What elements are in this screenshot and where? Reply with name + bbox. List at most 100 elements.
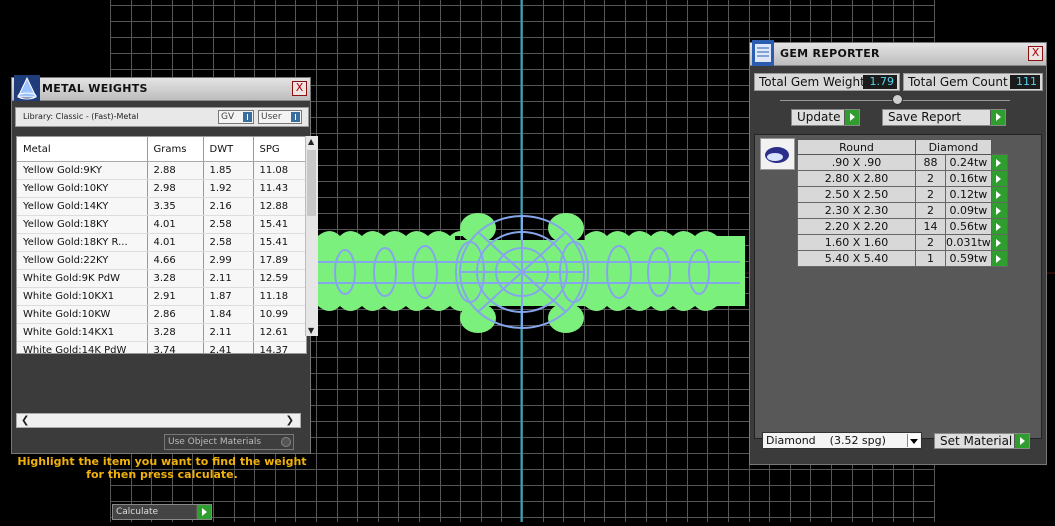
table-row[interactable]: White Gold:10KW 2.86 1.84 10.99	[17, 305, 306, 324]
spg-cell: 11.08	[253, 161, 306, 180]
table-row[interactable]: Yellow Gold:18KY R... 4.01 2.58 15.41	[17, 233, 306, 252]
metal-weights-close-button[interactable]: X	[292, 81, 307, 96]
play-arrow-icon	[990, 110, 1005, 125]
total-gem-count-value: 111	[1010, 75, 1040, 89]
metal-table[interactable]: Metal Grams DWT SPG Yellow Gold:9KY 2.88 1…	[16, 136, 307, 354]
total-gem-weight-label: Total Gem Weight	[759, 75, 865, 89]
play-arrow-icon	[196, 505, 211, 519]
dwt-cell: 2.99	[203, 251, 254, 270]
grams-cell: 4.66	[147, 251, 204, 270]
column-header-spg[interactable]: SPG	[253, 137, 306, 162]
gem-row[interactable]: 2.50 X 2.50 2 0.12tw	[797, 186, 1008, 203]
gem-row-go-icon[interactable]	[990, 170, 1008, 187]
metal-name: White Gold:9K PdW	[17, 269, 148, 288]
slider-handle[interactable]	[892, 94, 903, 105]
update-label: Update	[797, 110, 841, 124]
gv-toggle[interactable]: GV	[218, 110, 254, 124]
table-row[interactable]: Yellow Gold:18KY 4.01 2.58 15.41	[17, 215, 306, 234]
table-row[interactable]: White Gold:14K PdW 3.74 2.41 14.37	[17, 341, 306, 353]
scroll-up-icon[interactable]: ▲	[308, 137, 314, 146]
gem-row[interactable]: 2.30 X 2.30 2 0.09tw	[797, 202, 1008, 219]
gv-label: GV	[221, 112, 235, 122]
calculate-button[interactable]: Calculate	[112, 504, 212, 520]
gem-size: .90 X .90	[797, 154, 916, 171]
table-row[interactable]: Yellow Gold:14KY 3.35 2.16 12.88	[17, 197, 306, 216]
gem-weight: 0.16tw	[945, 170, 992, 187]
gem-count: 1	[915, 250, 946, 267]
dwt-cell: 2.16	[203, 197, 254, 216]
metal-table-vertical-scrollbar[interactable]: ▲ ▼	[305, 136, 318, 336]
update-button[interactable]: Update	[791, 109, 860, 126]
gem-row-go-icon[interactable]	[990, 218, 1008, 235]
metal-name: White Gold:14KX1	[17, 323, 148, 342]
library-bar: Library: Classic - (Fast)-Metal GV User	[15, 107, 309, 127]
dwt-cell: 1.92	[203, 179, 254, 198]
total-gem-weight: Total Gem Weight 1.79	[754, 73, 900, 91]
scroll-left-icon[interactable]: ❮	[21, 415, 29, 426]
grams-cell: 2.88	[147, 161, 204, 180]
table-row[interactable]: Yellow Gold:9KY 2.88 1.85 11.08	[17, 161, 306, 180]
gem-size: 5.40 X 5.40	[797, 250, 916, 267]
gem-size: 2.50 X 2.50	[797, 186, 916, 203]
use-object-materials-toggle[interactable]: Use Object Materials	[164, 434, 294, 450]
spg-cell: 11.18	[253, 287, 306, 306]
header-spacer	[991, 139, 1008, 155]
dwt-cell: 2.11	[203, 323, 254, 342]
spg-cell: 15.41	[253, 233, 306, 252]
set-material-button[interactable]: Set Material	[934, 433, 1030, 449]
metal-weights-titlebar[interactable]: METAL WEIGHTS X	[12, 75, 310, 101]
column-header-grams[interactable]: Grams	[147, 137, 204, 162]
gem-row-go-icon[interactable]	[990, 202, 1008, 219]
gem-reporter-close-button[interactable]: X	[1028, 46, 1043, 61]
gem-row[interactable]: .90 X .90 88 0.24tw	[797, 154, 1008, 171]
gem-row-go-icon[interactable]	[990, 186, 1008, 203]
gem-size: 2.80 X 2.80	[797, 170, 916, 187]
gem-weight: 0.24tw	[945, 154, 992, 171]
grams-cell: 3.28	[147, 269, 204, 288]
scroll-down-icon[interactable]: ▼	[308, 326, 314, 335]
grams-cell: 2.86	[147, 305, 204, 324]
chevron-down-icon	[907, 434, 920, 447]
metal-table-horizontal-scrollbar[interactable]: ❮ ❯	[16, 413, 301, 428]
dwt-cell: 2.41	[203, 341, 254, 353]
table-row[interactable]: Yellow Gold:10KY 2.98 1.92 11.43	[17, 179, 306, 198]
gem-table[interactable]: Round Diamond .90 X .90 88 0.24tw 2.80 X 2…	[797, 139, 1008, 267]
use-object-materials-label: Use Object Materials	[168, 437, 262, 447]
gem-row[interactable]: 2.20 X 2.20 14 0.56tw	[797, 218, 1008, 235]
gem-weight: 0.59tw	[945, 250, 992, 267]
metal-name: White Gold:14K PdW	[17, 341, 148, 353]
column-header-dwt[interactable]: DWT	[203, 137, 254, 162]
gem-count: 14	[915, 218, 946, 235]
total-gem-weight-value: 1.79	[863, 75, 897, 89]
vertical-scroll-thumb[interactable]	[307, 150, 316, 216]
gem-row[interactable]: 5.40 X 5.40 1 0.59tw	[797, 250, 1008, 267]
gem-row[interactable]: 2.80 X 2.80 2 0.16tw	[797, 170, 1008, 187]
radio-icon	[281, 437, 291, 447]
metal-weights-title: METAL WEIGHTS	[42, 82, 148, 95]
column-header-metal[interactable]: Metal	[17, 137, 148, 162]
table-row[interactable]: Yellow Gold:22KY 4.66 2.99 17.89	[17, 251, 306, 270]
scroll-right-icon[interactable]: ❯	[286, 415, 294, 426]
save-report-button[interactable]: Save Report	[882, 109, 1006, 126]
gem-table-header: Round Diamond	[797, 139, 1008, 155]
grams-cell: 4.01	[147, 215, 204, 234]
table-row[interactable]: White Gold:14KX1 3.28 2.11 12.61	[17, 323, 306, 342]
gem-row-go-icon[interactable]	[990, 154, 1008, 171]
gem-reporter-titlebar[interactable]: GEM REPORTER X	[750, 40, 1046, 66]
grams-cell: 3.28	[147, 323, 204, 342]
shape-header: Round	[797, 139, 916, 155]
gem-row-go-icon[interactable]	[990, 250, 1008, 267]
gem-row[interactable]: 1.60 X 1.60 2 0.031tw	[797, 234, 1008, 251]
user-toggle[interactable]: User	[258, 110, 302, 124]
round-diamond-thumbnail-icon[interactable]	[760, 138, 795, 170]
table-row[interactable]: White Gold:10KX1 2.91 1.87 11.18	[17, 287, 306, 306]
table-row[interactable]: White Gold:9K PdW 3.28 2.11 12.59	[17, 269, 306, 288]
spg-cell: 11.43	[253, 179, 306, 198]
material-select[interactable]: Diamond (3.52 spg)	[762, 432, 922, 449]
metal-name: Yellow Gold:18KY	[17, 215, 148, 234]
set-material-label: Set Material	[940, 434, 1013, 448]
gem-weight: 0.56tw	[945, 218, 992, 235]
gem-row-go-icon[interactable]	[990, 234, 1008, 251]
grams-cell: 2.98	[147, 179, 204, 198]
metal-name: White Gold:10KX1	[17, 287, 148, 306]
